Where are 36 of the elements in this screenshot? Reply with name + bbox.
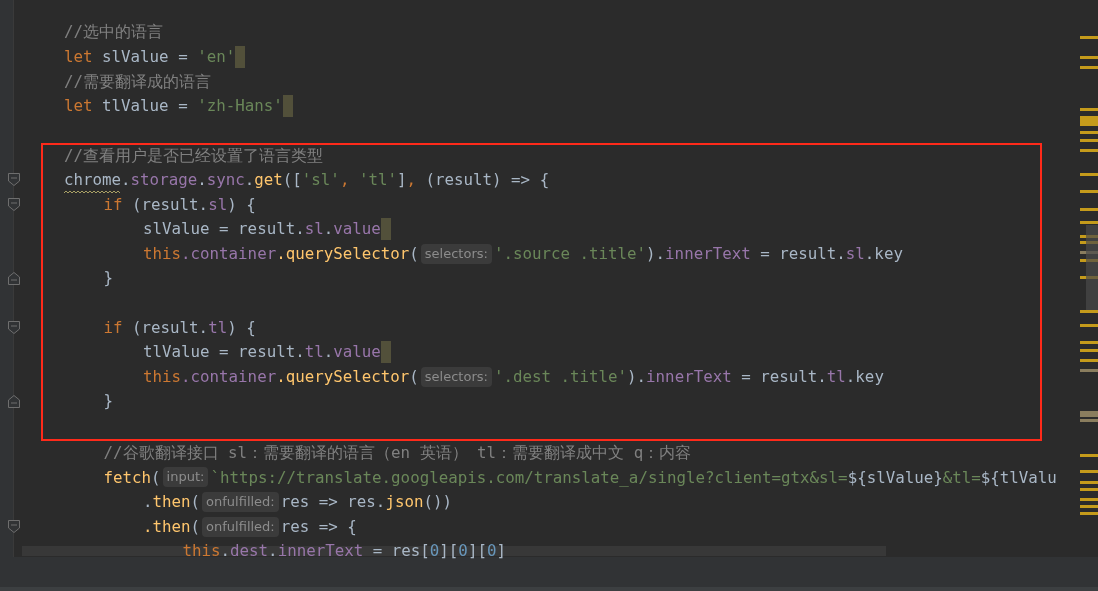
code-text: '.source .title').innerText = result.sl.key (493, 242, 903, 265)
parameter-hint: input: (162, 467, 209, 488)
code-comment: //选中的语言 (64, 21, 164, 44)
code-text: .then( (143, 515, 201, 538)
code-text: this.container.querySelector( (143, 365, 419, 388)
code-text: let tlValue = 'zh-Hans' (64, 95, 283, 118)
code-text: tlValue = result.tl.value (143, 341, 381, 364)
code-comment: //需要翻译成的语言 (64, 70, 212, 93)
parameter-hint: onfulfilled: (202, 492, 279, 512)
fold-icon[interactable] (8, 520, 20, 534)
code-text: if (result.sl) { (103, 193, 256, 216)
code-text: fetch( (103, 466, 161, 489)
code-text: } (103, 267, 113, 290)
fold-icon[interactable] (8, 320, 20, 334)
code-text: '.dest .title').innerText = result.tl.key (493, 365, 884, 388)
fold-icon[interactable] (8, 394, 20, 408)
fold-icon[interactable] (8, 173, 20, 187)
fold-icon[interactable] (8, 197, 20, 211)
code-text: `https://translate.googleapis.com/translate_a/single?client=gtx&sl=${slValue}&tl=${tlValu (210, 466, 1057, 489)
parameter-hint: selectors: (420, 243, 492, 264)
parameter-hint: onfulfilled: (202, 516, 279, 537)
code-text: res => { (280, 515, 357, 538)
vertical-scrollbar-thumb[interactable] (1086, 225, 1098, 310)
code-text: if (result.tl) { (103, 316, 256, 339)
code-text: chrome.storage.sync.get(['sl', 'tl'], (result) => { (64, 168, 550, 192)
code-text: } (103, 390, 113, 413)
code-text: slValue = result.sl.value (143, 218, 381, 241)
parameter-hint: selectors: (420, 366, 492, 387)
code-text: .then( (143, 491, 201, 514)
code-text: this.dest.innerText = res[0][0][0] (182, 540, 506, 563)
fold-icon[interactable] (8, 271, 20, 285)
code-comment: //查看用户是否已经设置了语言类型 (64, 145, 324, 168)
code-comment: //谷歌翻译接口 sl：需要翻译的语言（en 英语） tl：需要翻译成中文 q：内容 (103, 441, 692, 464)
code-text: let slValue = 'en' (64, 46, 236, 69)
code-text: res => res.json()) (280, 491, 452, 514)
code-text: this.container.querySelector( (143, 242, 419, 265)
